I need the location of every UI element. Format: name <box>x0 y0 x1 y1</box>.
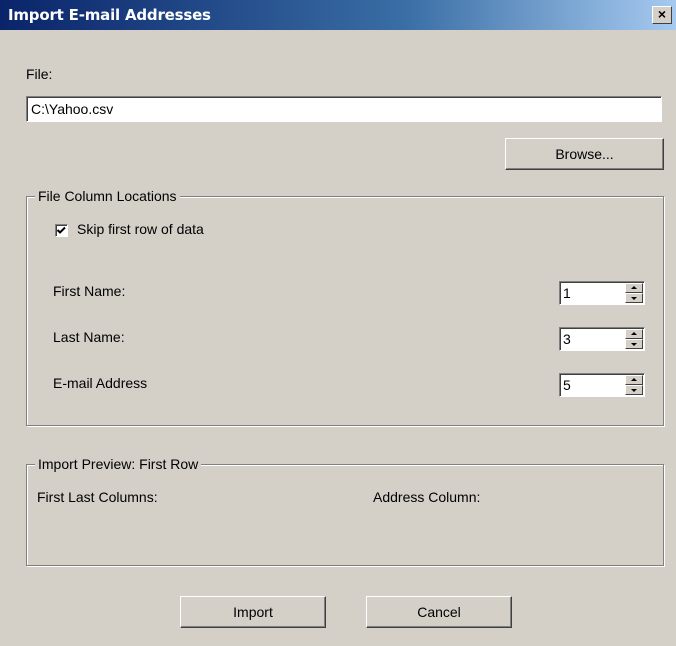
cancel-button[interactable]: Cancel <box>366 596 512 628</box>
checkmark-icon <box>56 226 66 234</box>
import-button[interactable]: Import <box>180 596 326 628</box>
file-path-input[interactable] <box>27 97 661 121</box>
file-label: File: <box>26 66 53 82</box>
close-button[interactable]: × <box>652 6 672 24</box>
arrow-down-icon <box>631 343 637 346</box>
last-name-input[interactable] <box>563 330 615 348</box>
first-last-columns-label: First Last Columns: <box>37 489 158 505</box>
column-locations-legend: File Column Locations <box>35 188 180 204</box>
last-name-up-button[interactable] <box>625 329 643 339</box>
import-preview-legend: Import Preview: First Row <box>35 456 202 472</box>
first-name-spinner[interactable] <box>559 281 645 305</box>
title-bar: Import E-mail Addresses × <box>0 0 676 30</box>
close-icon: × <box>657 6 667 22</box>
arrow-up-icon <box>631 332 637 335</box>
skip-first-row-label: Skip first row of data <box>77 221 204 237</box>
dialog-body: File: Browse... File Column Locations Sk… <box>8 30 676 646</box>
last-name-spinner[interactable] <box>559 327 645 351</box>
window-title: Import E-mail Addresses <box>8 6 211 24</box>
email-input[interactable] <box>563 376 615 394</box>
arrow-up-icon <box>631 286 637 289</box>
email-up-button[interactable] <box>625 375 643 385</box>
last-name-label: Last Name: <box>53 329 125 345</box>
arrow-down-icon <box>631 297 637 300</box>
column-locations-group: File Column Locations Skip first row of … <box>26 188 664 426</box>
arrow-up-icon <box>631 378 637 381</box>
file-path-field[interactable] <box>26 96 662 122</box>
first-name-label: First Name: <box>53 283 126 299</box>
first-name-input[interactable] <box>563 284 615 302</box>
address-column-label: Address Column: <box>373 489 481 505</box>
arrow-down-icon <box>631 389 637 392</box>
skip-first-row-checkbox[interactable] <box>55 224 68 237</box>
email-down-button[interactable] <box>625 385 643 395</box>
first-name-up-button[interactable] <box>625 283 643 293</box>
email-spinner[interactable] <box>559 373 645 397</box>
last-name-down-button[interactable] <box>625 339 643 349</box>
first-name-down-button[interactable] <box>625 293 643 303</box>
email-label: E-mail Address <box>53 375 148 391</box>
import-preview-group: Import Preview: First Row First Last Col… <box>26 456 664 566</box>
browse-button[interactable]: Browse... <box>505 138 664 170</box>
